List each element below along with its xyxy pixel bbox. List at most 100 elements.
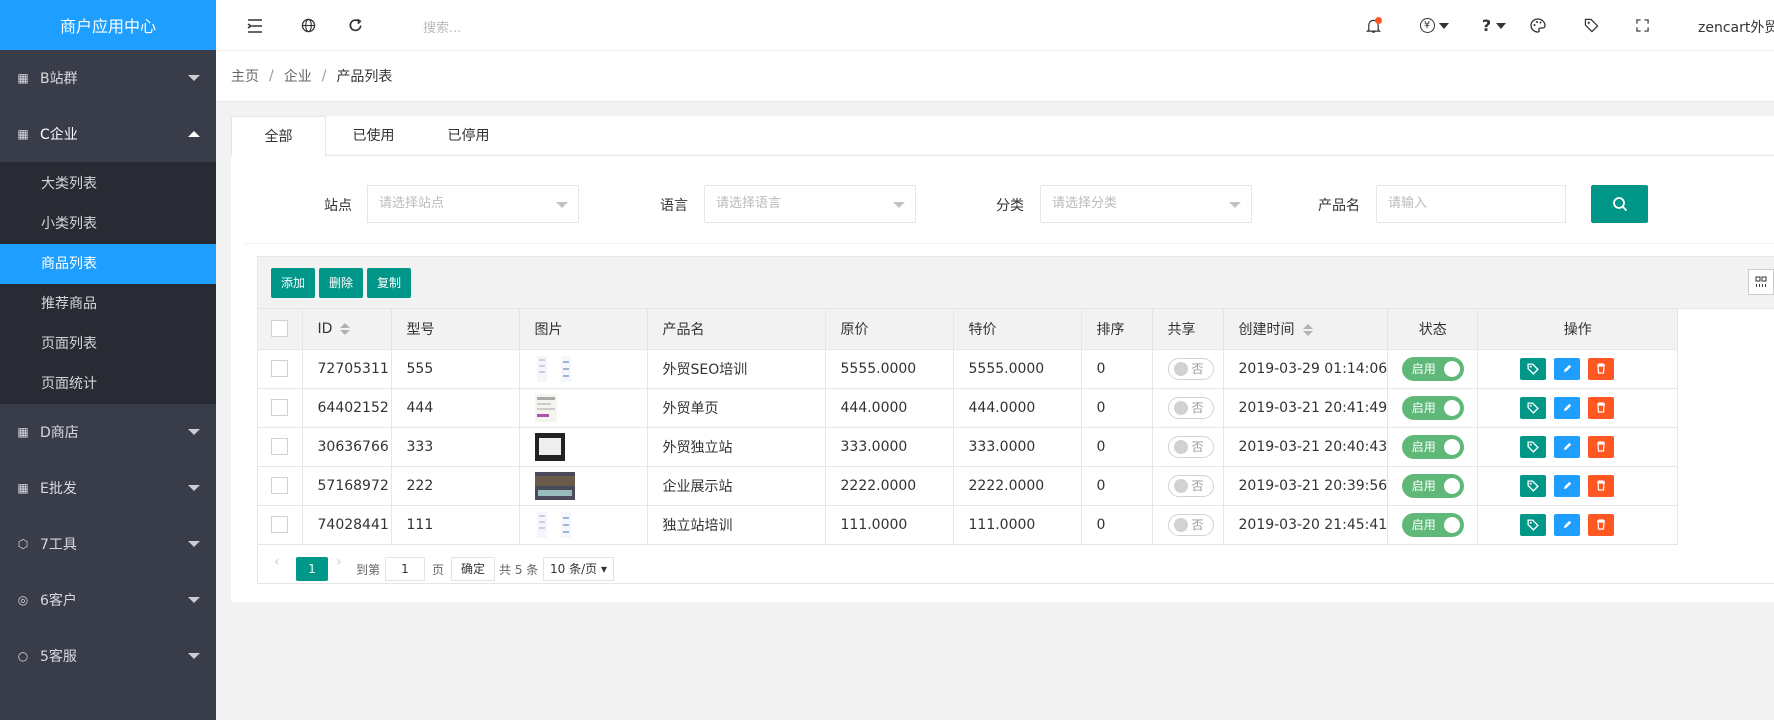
share-toggle-label: 否 <box>1191 479 1204 493</box>
share-toggle[interactable]: 否 <box>1167 396 1214 419</box>
breadcrumb-enterprise[interactable]: 企业 <box>284 66 312 86</box>
menu-group-c[interactable]: ▦ C企业 <box>0 106 216 162</box>
status-toggle[interactable]: 启用 <box>1401 434 1464 459</box>
palette-icon[interactable] <box>1528 0 1548 51</box>
tab-disabled[interactable]: 已停用 <box>421 116 516 157</box>
columns-filter-icon[interactable] <box>1748 269 1774 295</box>
delete-row-button[interactable] <box>1588 513 1615 536</box>
menu-group-e[interactable]: ▦ E批发 <box>0 460 216 516</box>
cell-actions <box>1477 505 1679 545</box>
tag-button[interactable] <box>1520 396 1547 419</box>
tag-icon[interactable] <box>1581 0 1601 51</box>
product-thumbnail[interactable] <box>535 511 573 539</box>
bell-icon[interactable] <box>1363 0 1383 51</box>
sidebar-item-category-list[interactable]: 大类列表 <box>0 164 216 204</box>
share-toggle[interactable]: 否 <box>1167 474 1214 497</box>
product-thumbnail[interactable] <box>534 471 575 500</box>
prev-page-icon[interactable]: ‹ <box>274 554 280 570</box>
copy-button[interactable]: 复制 <box>367 268 412 298</box>
category-select[interactable]: 请选择分类 <box>1040 185 1252 223</box>
product-name-label: 产品名 <box>1318 198 1360 214</box>
lang-select[interactable]: 请选择语言 <box>704 185 916 223</box>
tag-button[interactable] <box>1520 357 1547 380</box>
col-created[interactable]: 创建时间 <box>1223 309 1389 350</box>
edit-button[interactable] <box>1554 474 1581 497</box>
user-menu[interactable]: zencart外贸 <box>1698 17 1774 37</box>
delete-row-button[interactable] <box>1588 396 1615 419</box>
share-toggle[interactable]: 否 <box>1167 435 1214 458</box>
sidebar-item-product-list[interactable]: 商品列表 <box>0 244 216 284</box>
sidebar-item-page-list[interactable]: 页面列表 <box>0 324 216 364</box>
tab-all[interactable]: 全部 <box>231 116 326 157</box>
sidebar-item-recommended[interactable]: 推荐商品 <box>0 284 216 324</box>
delete-row-button[interactable] <box>1588 435 1615 458</box>
cell-share: 否 <box>1152 427 1224 467</box>
delete-row-button[interactable] <box>1588 474 1615 497</box>
product-thumbnail[interactable] <box>534 432 573 461</box>
product-thumbnail[interactable] <box>535 355 573 383</box>
page-current[interactable]: 1 <box>296 557 328 581</box>
status-toggle[interactable]: 启用 <box>1401 395 1464 420</box>
share-toggle[interactable]: 否 <box>1167 357 1214 380</box>
delete-row-button[interactable] <box>1588 357 1615 380</box>
cell-special: 5555.0000 <box>953 349 1082 389</box>
menu-group-label: D商店 <box>40 425 79 441</box>
sidebar-item-page-stats[interactable]: 页面统计 <box>0 364 216 404</box>
globe-icon[interactable] <box>298 0 318 51</box>
edit-icon <box>1563 442 1571 451</box>
menu-group-service[interactable]: ○ 5客服 <box>0 628 216 684</box>
tab-in-use[interactable]: 已使用 <box>326 116 421 157</box>
status-toggle[interactable]: 启用 <box>1401 512 1464 537</box>
cell-status: 启用 <box>1387 388 1479 428</box>
refresh-icon[interactable] <box>345 0 365 51</box>
share-toggle[interactable]: 否 <box>1167 513 1214 536</box>
menu-toggle-icon[interactable] <box>245 0 265 51</box>
tag-button[interactable] <box>1520 435 1547 458</box>
edit-button[interactable] <box>1554 396 1581 419</box>
apps-icon: ▦ <box>17 425 29 439</box>
breadcrumb-home[interactable]: 主页 <box>231 66 259 86</box>
help-dropdown[interactable]: ? <box>1476 0 1512 51</box>
edit-button[interactable] <box>1554 357 1581 380</box>
product-name-input[interactable]: 请输入 <box>1376 185 1566 223</box>
add-button[interactable]: 添加 <box>271 268 316 298</box>
edit-button[interactable] <box>1554 435 1581 458</box>
goto-confirm-button[interactable]: 确定 <box>451 557 496 581</box>
tag-icon <box>1527 401 1540 414</box>
menu-group-tools[interactable]: ⬡ 7工具 <box>0 516 216 572</box>
menu-group-customers[interactable]: ◎ 6客户 <box>0 572 216 628</box>
page-size-select[interactable]: 10 条/页 ▾ <box>543 557 614 581</box>
sort-icon[interactable] <box>1302 323 1313 336</box>
delete-button[interactable]: 删除 <box>319 268 364 298</box>
trash-icon <box>1597 480 1606 491</box>
status-toggle[interactable]: 启用 <box>1401 356 1464 381</box>
search-button[interactable] <box>1591 185 1648 223</box>
cell-actions <box>1477 427 1679 467</box>
select-all-checkbox[interactable] <box>271 320 289 338</box>
toggle-knob <box>1173 439 1188 454</box>
product-thumbnail[interactable] <box>534 393 573 422</box>
goto-page-input[interactable]: 1 <box>385 557 425 581</box>
status-toggle[interactable]: 启用 <box>1401 473 1464 498</box>
menu-group-d[interactable]: ▦ D商店 <box>0 404 216 460</box>
menu-group-b[interactable]: ▦ B站群 <box>0 50 216 106</box>
sidebar-item-subcategory-list[interactable]: 小类列表 <box>0 204 216 244</box>
search-input[interactable]: 搜索... <box>423 17 461 36</box>
col-id[interactable]: ID <box>302 309 392 350</box>
row-checkbox[interactable] <box>271 438 289 455</box>
row-select-cell <box>258 505 303 545</box>
row-checkbox[interactable] <box>271 399 289 416</box>
col-price: 原价 <box>825 309 954 350</box>
fullscreen-icon[interactable] <box>1632 0 1652 51</box>
sort-icon[interactable] <box>340 322 351 335</box>
tag-button[interactable] <box>1520 474 1547 497</box>
tag-button[interactable] <box>1520 513 1547 536</box>
row-checkbox[interactable] <box>271 477 289 494</box>
col-special: 特价 <box>953 309 1082 350</box>
site-select[interactable]: 请选择站点 <box>367 185 579 223</box>
next-page-icon[interactable]: › <box>336 554 342 570</box>
row-checkbox[interactable] <box>271 516 289 533</box>
edit-button[interactable] <box>1554 513 1581 536</box>
row-checkbox[interactable] <box>271 360 289 377</box>
currency-dropdown[interactable]: ¥ <box>1416 0 1452 51</box>
